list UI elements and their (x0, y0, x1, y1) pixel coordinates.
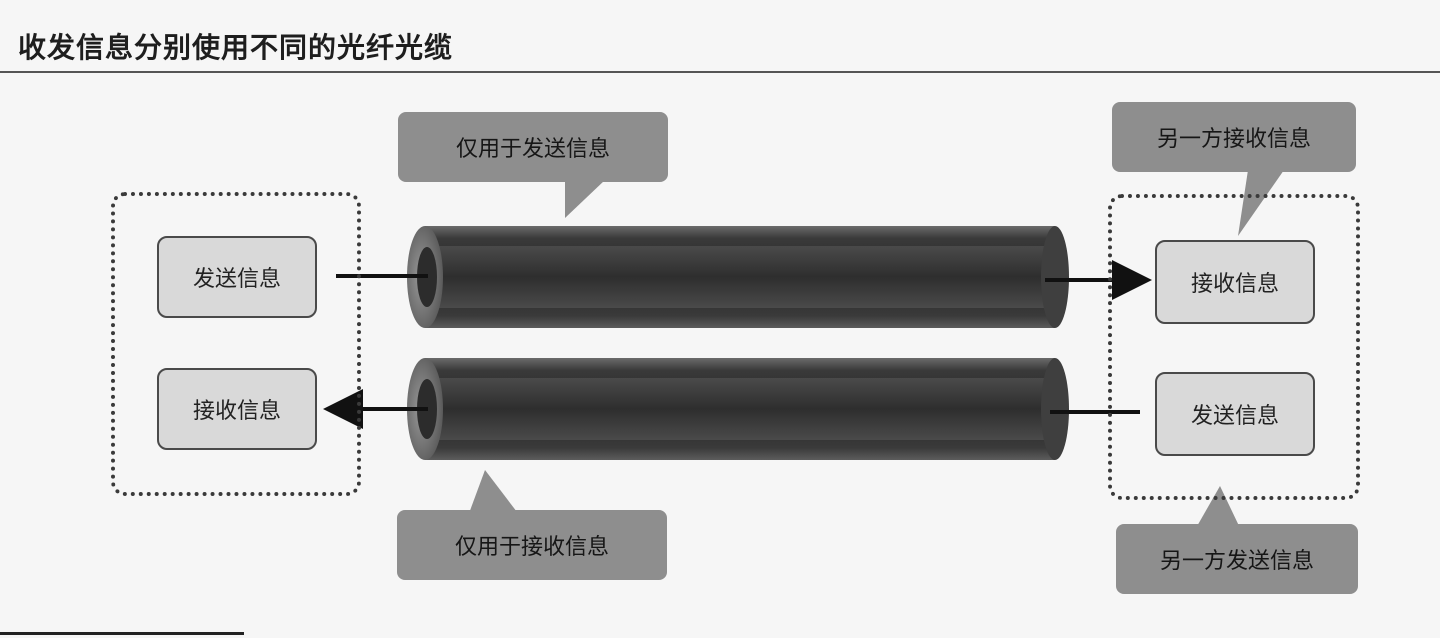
bottom-divider (0, 632, 244, 635)
right-send-box: 发送信息 (1155, 372, 1315, 456)
right-receive-box: 接收信息 (1155, 240, 1315, 324)
callout-other-receive: 另一方接收信息 (1112, 102, 1356, 172)
left-send-box: 发送信息 (157, 236, 317, 318)
callout-send-only: 仅用于发送信息 (398, 112, 668, 182)
callout-tail-send-only (565, 180, 605, 218)
cable-send (407, 226, 1069, 328)
callout-receive-only: 仅用于接收信息 (397, 510, 667, 580)
callout-other-send: 另一方发送信息 (1116, 524, 1358, 594)
left-receive-box: 接收信息 (157, 368, 317, 450)
cable-receive (407, 358, 1069, 460)
